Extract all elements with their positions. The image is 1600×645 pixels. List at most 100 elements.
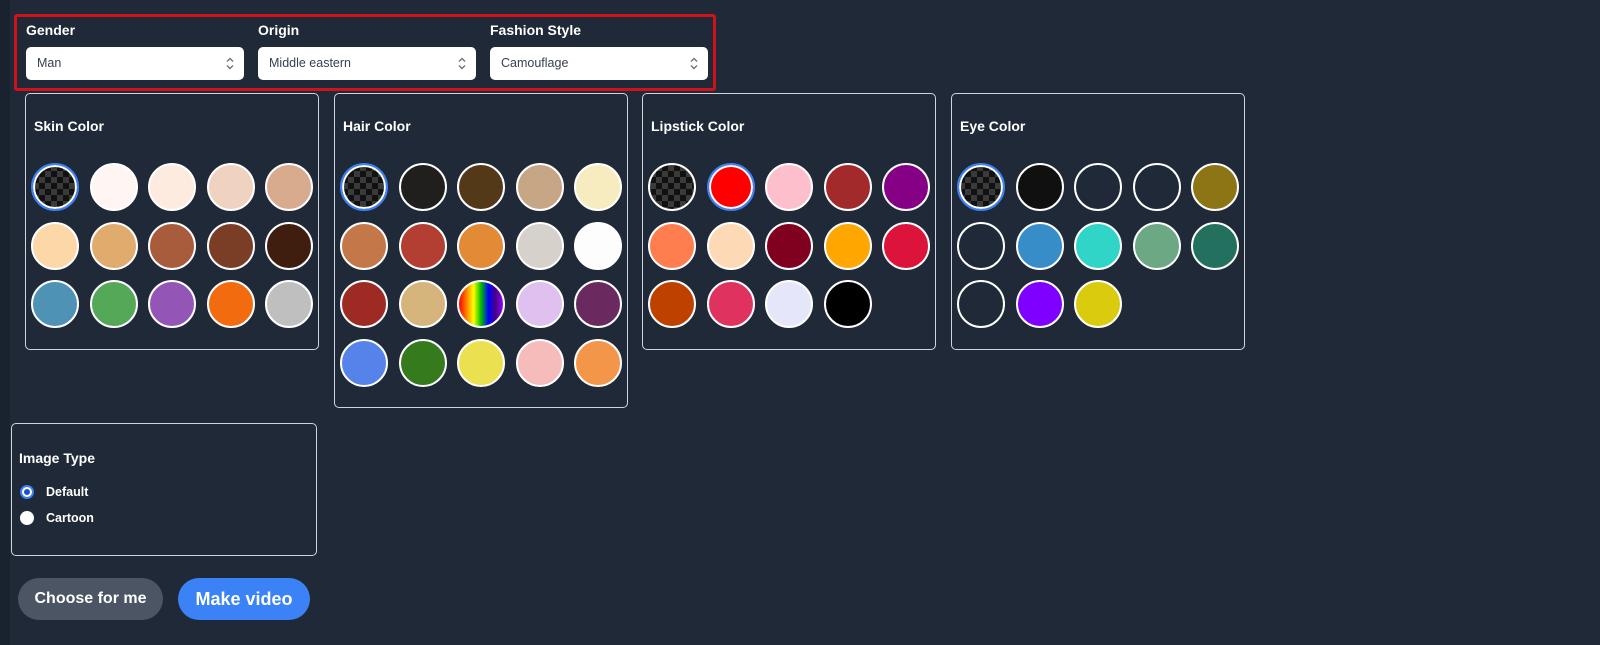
radio-default[interactable]: Default — [20, 483, 88, 501]
skin-swatch[interactable] — [265, 221, 313, 270]
radio-cartoon-label: Cartoon — [46, 511, 94, 525]
lipstick-color-panel: Lipstick Color — [642, 93, 936, 350]
lipstick-swatch[interactable] — [823, 221, 872, 270]
hair-swatch[interactable] — [398, 338, 447, 387]
eye-swatch[interactable] — [957, 221, 1005, 270]
eye-swatch[interactable] — [1191, 163, 1239, 211]
eye-swatch[interactable] — [1074, 280, 1122, 328]
hair-swatch[interactable] — [457, 163, 505, 211]
hair-swatch[interactable] — [340, 280, 388, 328]
hair-swatch[interactable] — [515, 163, 564, 211]
eye-swatch[interactable] — [1074, 221, 1122, 270]
fashion-style-select[interactable]: Camouflage — [490, 47, 708, 80]
hair-swatch[interactable] — [515, 280, 564, 328]
skin-swatch[interactable] — [89, 221, 138, 270]
skin-swatch[interactable] — [89, 163, 138, 211]
image-type-title: Image Type — [19, 450, 95, 466]
eye-color-panel: Eye Color — [951, 93, 1245, 350]
origin-select[interactable]: Middle eastern — [258, 47, 476, 80]
hair-swatch[interactable] — [398, 221, 447, 270]
lipstick-swatch[interactable] — [648, 280, 696, 328]
chevron-up-down-icon — [690, 57, 698, 70]
lipstick-swatch-transparent[interactable] — [648, 163, 696, 211]
radio-cartoon-button[interactable] — [20, 511, 34, 525]
eye-swatch[interactable] — [1191, 221, 1239, 270]
lipstick-swatch[interactable] — [648, 221, 696, 270]
chevron-up-down-icon — [226, 57, 234, 70]
origin-select-value: Middle eastern — [269, 56, 351, 70]
skin-color-title: Skin Color — [34, 118, 105, 134]
fashion-style-select-value: Camouflage — [501, 56, 569, 70]
skin-swatch[interactable] — [89, 280, 138, 328]
skin-swatch[interactable] — [265, 163, 313, 211]
hair-color-swatches — [340, 163, 622, 387]
eye-swatch-transparent[interactable] — [957, 163, 1005, 211]
skin-swatch[interactable] — [206, 280, 255, 328]
hair-swatch[interactable] — [574, 280, 622, 328]
skin-swatch-transparent[interactable] — [31, 163, 79, 211]
gender-select-value: Man — [37, 56, 62, 70]
hair-color-title: Hair Color — [343, 118, 411, 134]
hair-swatch[interactable] — [457, 221, 505, 270]
eye-swatch[interactable] — [1074, 163, 1122, 211]
fashion-style-label: Fashion Style — [490, 22, 582, 38]
select-row-highlight: Gender Man Origin Middle eastern Fashion… — [14, 14, 716, 91]
lipstick-swatch[interactable] — [823, 163, 872, 211]
lipstick-swatch[interactable] — [706, 221, 755, 270]
fashion-style-select-group: Fashion Style Camouflage — [490, 20, 708, 80]
lipstick-swatch[interactable] — [765, 280, 813, 328]
skin-swatch[interactable] — [148, 163, 196, 211]
lipstick-swatch[interactable] — [706, 163, 755, 211]
lipstick-swatch[interactable] — [882, 221, 930, 270]
eye-color-swatches — [957, 163, 1239, 328]
choose-for-me-button[interactable]: Choose for me — [18, 578, 163, 620]
eye-swatch[interactable] — [1132, 221, 1181, 270]
lipstick-swatch[interactable] — [823, 280, 872, 328]
gender-label: Gender — [26, 22, 76, 38]
hair-swatch[interactable] — [398, 280, 447, 328]
gender-select[interactable]: Man — [26, 47, 244, 80]
skin-color-swatches — [31, 163, 313, 328]
hair-swatch[interactable] — [340, 221, 388, 270]
eye-swatch[interactable] — [1015, 163, 1064, 211]
skin-swatch[interactable] — [148, 221, 196, 270]
hair-swatch[interactable] — [398, 163, 447, 211]
skin-swatch[interactable] — [31, 221, 79, 270]
gender-select-group: Gender Man — [26, 20, 244, 80]
skin-swatch[interactable] — [206, 221, 255, 270]
skin-swatch[interactable] — [148, 280, 196, 328]
skin-swatch[interactable] — [206, 163, 255, 211]
avatar-customizer: Gender Man Origin Middle eastern Fashion… — [0, 0, 1600, 645]
eye-swatch[interactable] — [1015, 280, 1064, 328]
hair-swatch-transparent[interactable] — [340, 163, 388, 211]
eye-swatch[interactable] — [957, 280, 1005, 328]
eye-color-title: Eye Color — [960, 118, 1026, 134]
hair-swatch[interactable] — [574, 221, 622, 270]
chevron-up-down-icon — [458, 57, 466, 70]
image-type-panel: Image Type Default Cartoon — [11, 423, 317, 556]
hair-swatch[interactable] — [340, 338, 388, 387]
origin-label: Origin — [258, 22, 300, 38]
eye-swatch[interactable] — [1015, 221, 1064, 270]
make-video-button[interactable]: Make video — [178, 578, 310, 620]
lipstick-color-swatches — [648, 163, 930, 328]
hair-swatch-rainbow[interactable] — [457, 280, 505, 328]
hair-swatch[interactable] — [574, 163, 622, 211]
lipstick-swatch[interactable] — [882, 163, 930, 211]
radio-default-button[interactable] — [20, 485, 34, 499]
skin-swatch[interactable] — [265, 280, 313, 328]
lipstick-swatch[interactable] — [706, 280, 755, 328]
eye-swatch[interactable] — [1132, 163, 1181, 211]
hair-swatch[interactable] — [457, 338, 505, 387]
hair-swatch[interactable] — [574, 338, 622, 387]
lipstick-swatch[interactable] — [765, 163, 813, 211]
hair-swatch[interactable] — [515, 338, 564, 387]
origin-select-group: Origin Middle eastern — [258, 20, 476, 80]
skin-color-panel: Skin Color — [25, 93, 319, 350]
lipstick-swatch[interactable] — [765, 221, 813, 270]
skin-swatch[interactable] — [31, 280, 79, 328]
radio-default-label: Default — [46, 485, 89, 499]
radio-cartoon[interactable]: Cartoon — [20, 509, 94, 527]
hair-color-panel: Hair Color — [334, 93, 628, 408]
hair-swatch[interactable] — [515, 221, 564, 270]
